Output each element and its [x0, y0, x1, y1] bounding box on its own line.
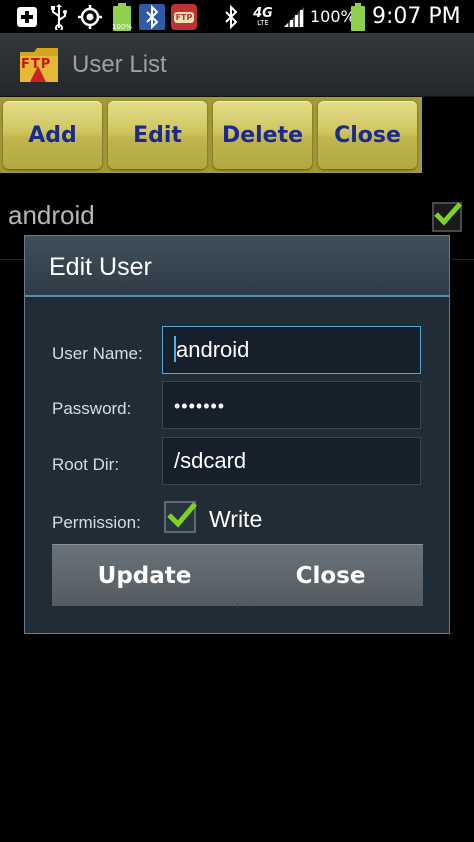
4g-lte-icon: 4G LTE: [249, 4, 277, 30]
app-icon-label: FTP: [21, 57, 52, 72]
dialog-title: Edit User: [49, 253, 152, 281]
username-value: android: [176, 337, 250, 362]
dialog-button-bar: Update Close: [52, 544, 423, 607]
checkmark-icon: [434, 202, 462, 226]
battery-icon: 100%: [110, 3, 134, 31]
password-field[interactable]: •••••••: [162, 381, 421, 429]
edit-button[interactable]: Edit: [108, 101, 207, 169]
usb-icon: [48, 4, 70, 30]
app-icon[interactable]: FTP: [18, 44, 60, 86]
edit-user-dialog: Edit User User Name: android Password: •…: [24, 235, 450, 634]
delete-button[interactable]: Delete: [213, 101, 312, 169]
username-field[interactable]: android: [162, 326, 421, 374]
password-label: Password:: [52, 399, 132, 418]
toolbar: Add Edit Delete Close: [0, 97, 422, 173]
ftp-badge-label: FTP: [173, 11, 195, 23]
ftp-notification-icon: FTP: [171, 4, 197, 30]
write-checkbox[interactable]: [164, 501, 197, 533]
dialog-close-button[interactable]: Close: [238, 545, 423, 607]
page-title: User List: [72, 51, 167, 78]
bluetooth-icon: [139, 4, 165, 30]
status-bar: 100% FTP 4G LTE 100% 9:07 PM: [0, 0, 474, 33]
update-button[interactable]: Update: [52, 545, 237, 607]
battery-small-label: 100%: [111, 23, 132, 31]
rootdir-label: Root Dir:: [52, 455, 120, 474]
rootdir-value: /sdcard: [174, 448, 247, 473]
write-label: Write: [209, 506, 263, 532]
battery-icon: [349, 3, 367, 31]
plus-box-icon: [14, 4, 40, 30]
dialog-header: Edit User: [25, 236, 449, 297]
rootdir-field[interactable]: /sdcard: [162, 437, 421, 485]
gps-icon: [77, 4, 103, 30]
signal-icon: [281, 4, 307, 30]
text-cursor: [174, 336, 176, 363]
network-sublabel: LTE: [257, 19, 269, 27]
action-bar: FTP User List: [0, 33, 474, 97]
username-label: User Name:: [52, 344, 143, 363]
permission-label: Permission:: [52, 513, 141, 532]
close-button[interactable]: Close: [318, 101, 417, 169]
checkmark-icon: [167, 502, 197, 528]
clock: 9:07 PM: [372, 4, 461, 29]
dialog-body: User Name: android Password: ••••••• Roo…: [25, 299, 449, 633]
password-value: •••••••: [174, 396, 226, 416]
add-button[interactable]: Add: [3, 101, 102, 169]
bluetooth-icon: [221, 4, 241, 30]
list-item-checkbox[interactable]: [432, 202, 462, 232]
list-item-username: android: [8, 200, 95, 230]
